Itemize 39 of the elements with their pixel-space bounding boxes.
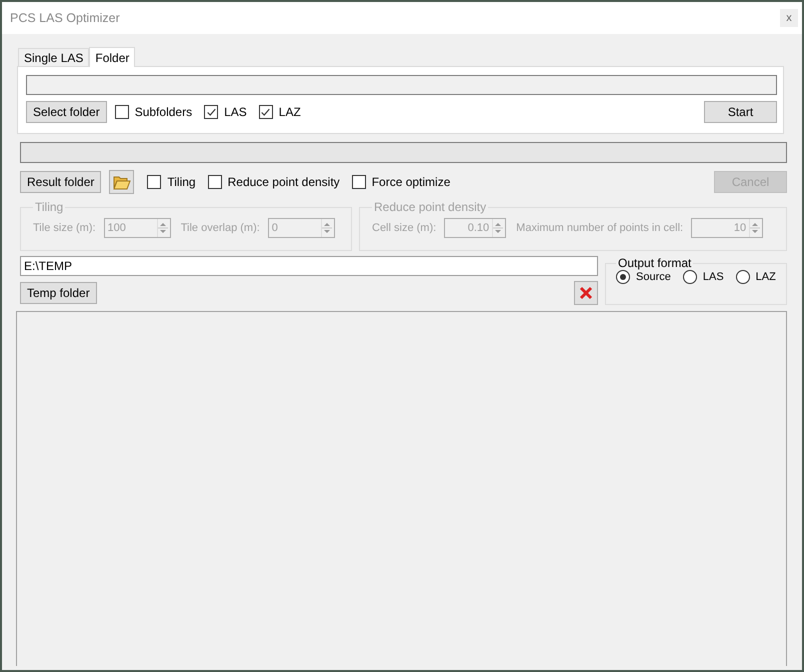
checkbox[interactable] [114, 105, 129, 119]
checkbox[interactable] [147, 175, 162, 189]
group-title: Reduce point density [373, 200, 488, 214]
tab[interactable]: Folder [89, 47, 136, 67]
checkbox[interactable] [258, 105, 273, 119]
select-folder-button[interactable]: Select folder [26, 101, 107, 123]
checkbox-label: Reduce point density [228, 175, 340, 189]
radio-label: LAZ [756, 271, 776, 283]
checkbox-label: Force optimize [372, 175, 450, 189]
field-label: Maximum number of points in cell: [516, 222, 684, 234]
close-icon [579, 286, 593, 300]
field-label: Tile size (m): [33, 222, 96, 234]
checkbox-label: Tiling [167, 175, 196, 189]
open-folder-button[interactable] [109, 170, 134, 194]
close-button[interactable]: x [780, 9, 798, 27]
checkbox-label: LAZ [278, 105, 301, 119]
tab[interactable]: Single LAS [18, 48, 90, 66]
folder-path-field[interactable] [26, 75, 777, 95]
folder-icon [112, 174, 131, 190]
radio-label: LAS [702, 271, 724, 283]
checkbox[interactable] [208, 175, 222, 189]
delete-button[interactable] [574, 281, 598, 305]
group-title: Output format [617, 256, 692, 270]
start-button[interactable]: Start [704, 101, 777, 123]
result-folder-button[interactable]: Result folder [20, 171, 102, 193]
field-label: Tile overlap (m): [180, 222, 260, 234]
field-label: Cell size (m): [372, 222, 436, 234]
checkbox[interactable] [204, 105, 218, 119]
group-title: Tiling [34, 200, 64, 214]
checkbox-label: Subfolders [134, 105, 192, 119]
radio-label: Source [636, 271, 671, 283]
checkbox-label: LAS [224, 105, 247, 119]
temp-folder-button[interactable]: Temp folder [20, 282, 97, 304]
radio-button[interactable] [682, 270, 697, 284]
window-title: PCS LAS Optimizer [10, 11, 121, 25]
checkbox[interactable] [352, 175, 366, 189]
radio-button[interactable] [616, 270, 630, 284]
temp-path-field[interactable]: E:\TEMP [20, 256, 598, 276]
radio-button[interactable] [736, 270, 750, 284]
